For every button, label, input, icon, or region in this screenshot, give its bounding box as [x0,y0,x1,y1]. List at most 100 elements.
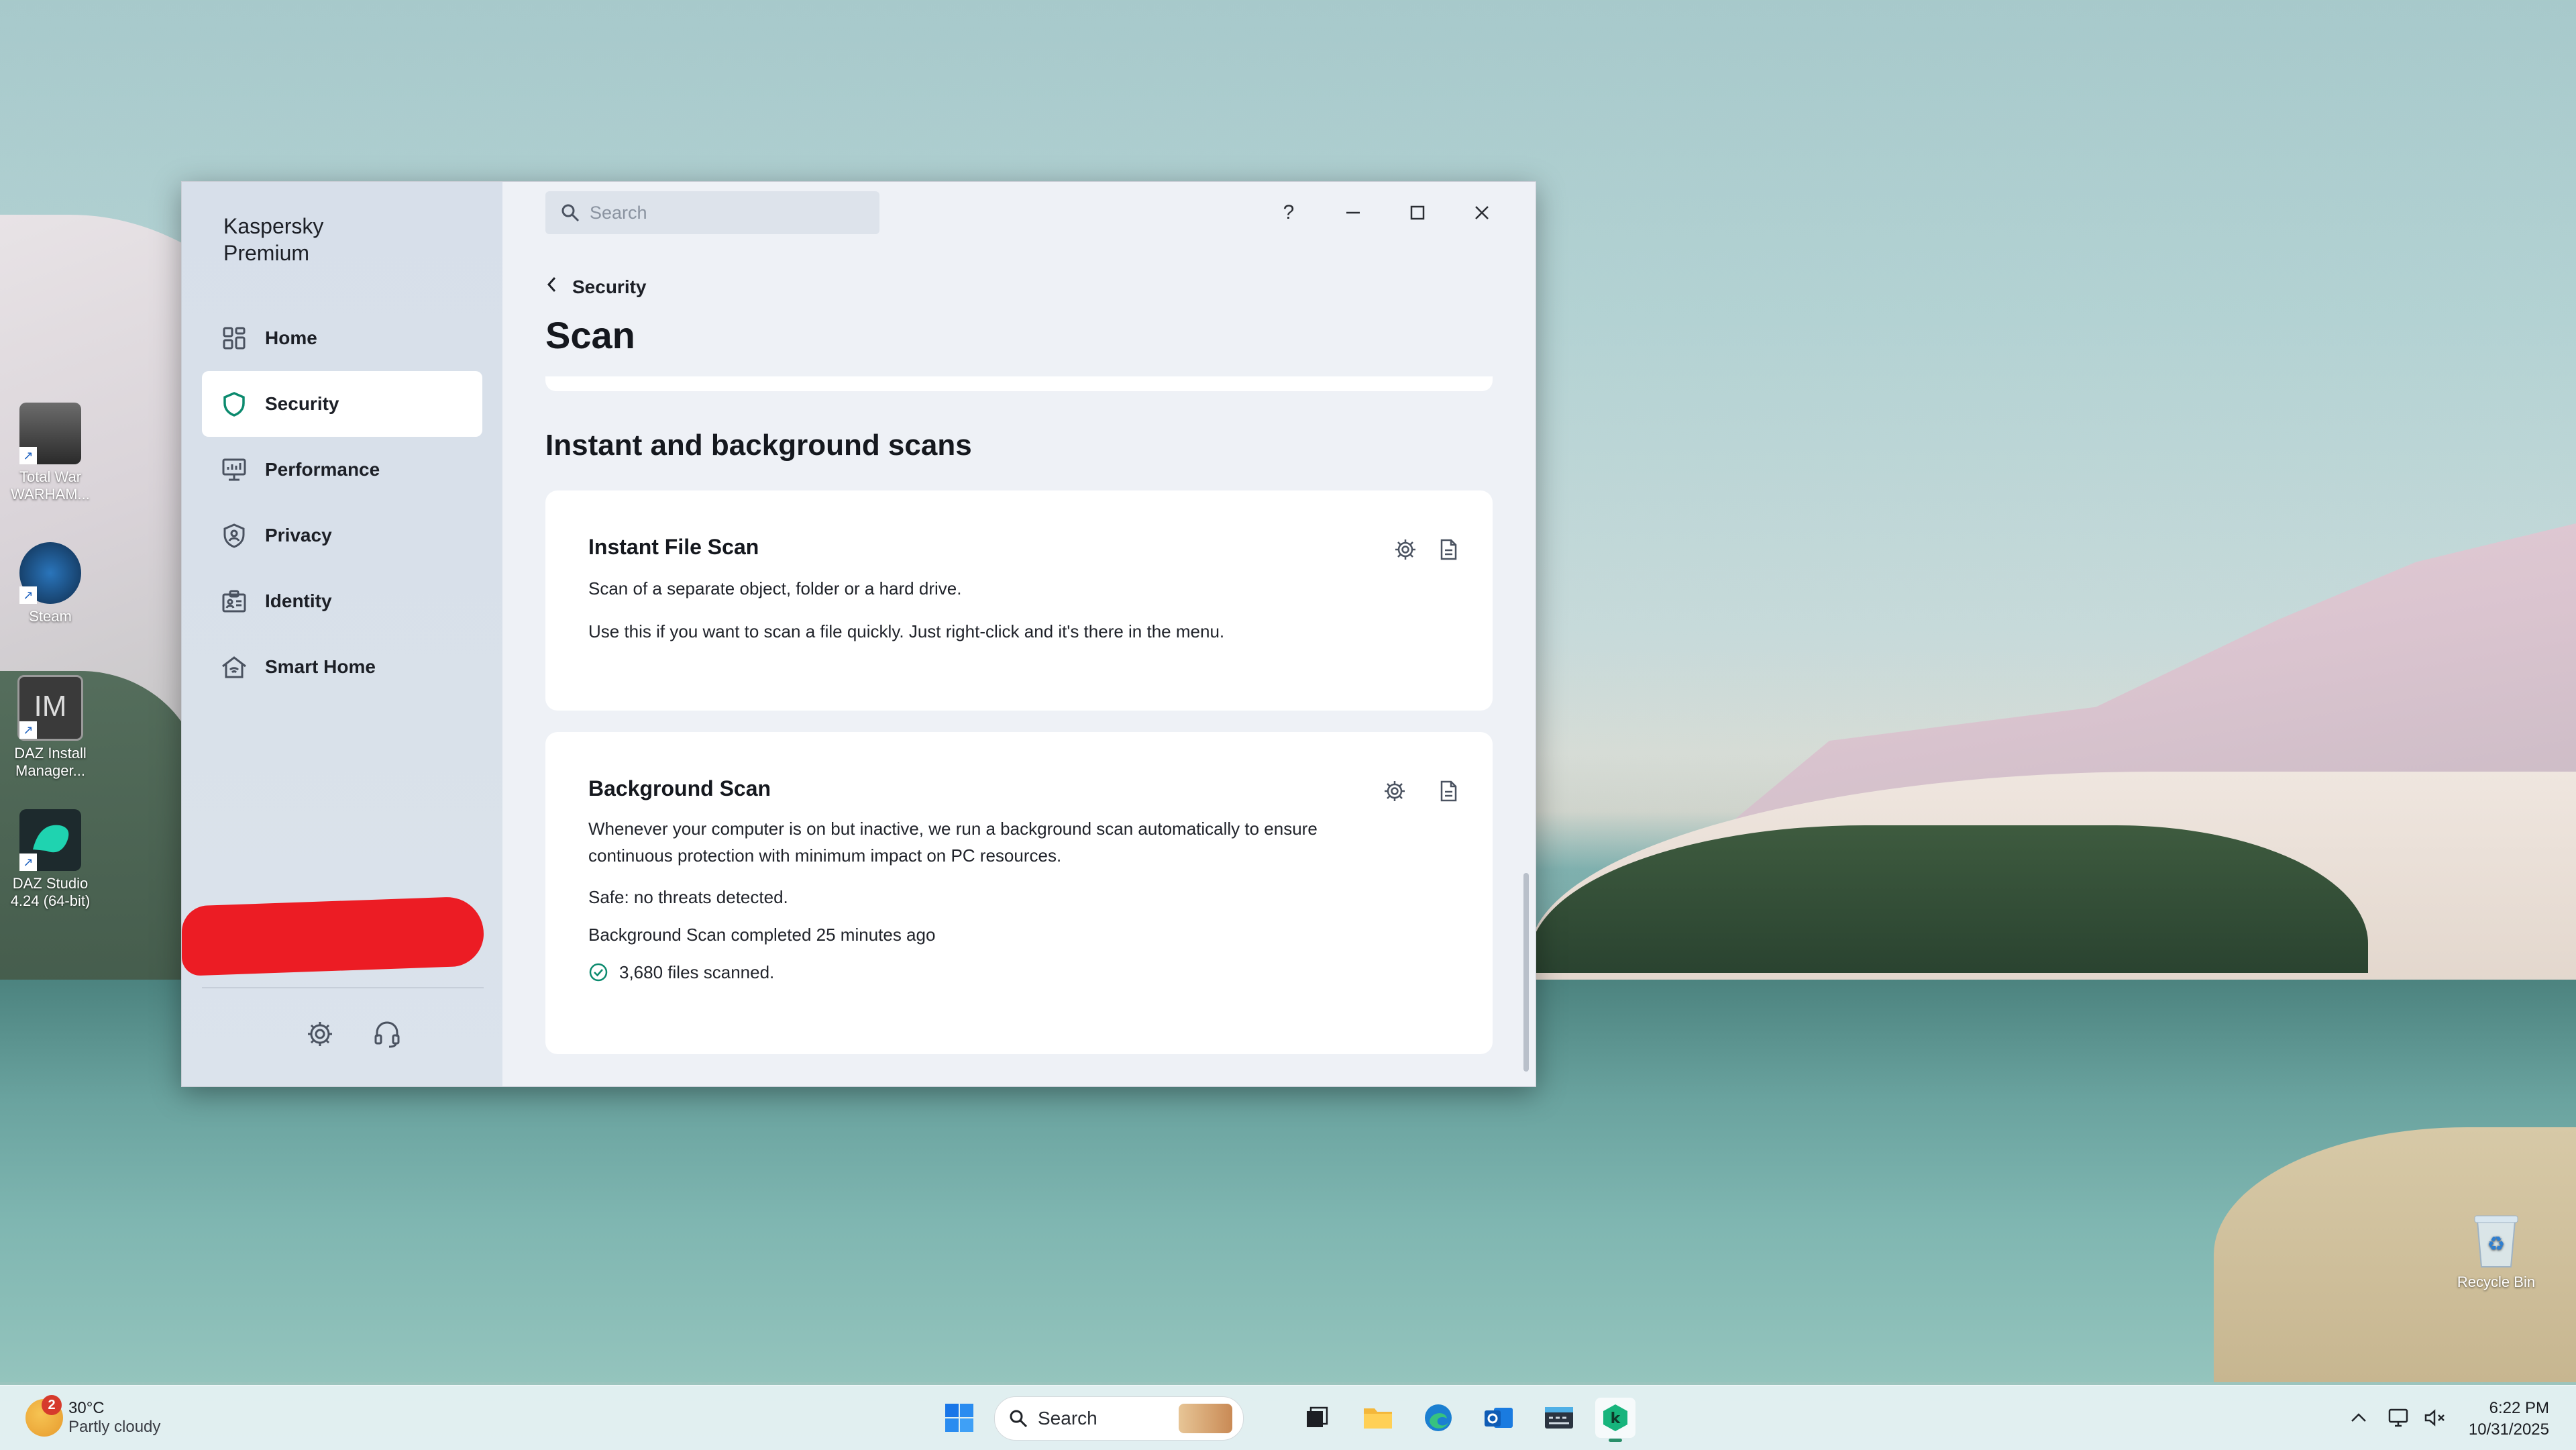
kaspersky-taskbar-button[interactable]: k [1595,1398,1635,1442]
desktop-icon-label: Steam [29,608,72,625]
shortcut-arrow-icon: ↗ [19,721,37,739]
notification-badge: 2 [42,1395,62,1415]
search-icon [1008,1408,1028,1429]
svg-text:k: k [1611,1410,1621,1427]
help-button[interactable]: ? [1274,198,1303,227]
breadcrumb[interactable]: Security [545,276,647,299]
sidebar-item-label: Smart Home [265,656,376,677]
sidebar-item-performance[interactable]: Performance [202,437,482,503]
section-title: Instant and background scans [545,429,972,462]
sidebar-nav: Home Security Performance Privacy Identi… [202,305,482,700]
sidebar-item-label: Performance [265,459,380,480]
sidebar-item-label: Privacy [265,525,332,546]
scan-last-completed: Background Scan completed 25 minutes ago [588,925,936,945]
terminal-button[interactable] [1539,1398,1579,1438]
files-scanned-row: 3,680 files scanned. [588,959,1380,986]
main-content: Search ? Security Scan Instant and backg… [502,182,1536,1086]
shortcut-arrow-icon: ↗ [19,586,37,604]
settings-gear-icon[interactable] [305,1019,337,1051]
sidebar-item-security[interactable]: Security [202,371,482,437]
edge-browser-button[interactable] [1418,1398,1458,1438]
sidebar-item-home[interactable]: Home [202,305,482,371]
desktop-icon-daz-studio[interactable]: ↗ DAZ Studio 4.24 (64-bit) [0,809,101,910]
taskbar-search[interactable]: Search [994,1396,1244,1441]
chevron-up-icon[interactable] [2345,1403,2372,1433]
recycle-bin-icon: ♻ [2471,1212,2522,1270]
taskbar: 2 30°C Partly cloudy Search k 6:22 PM 10… [0,1385,2576,1450]
search-placeholder: Search [590,202,647,223]
weather-condition: Partly cloudy [68,1418,161,1436]
desktop-icon-recycle-bin[interactable]: ♻ Recycle Bin [2446,1212,2546,1291]
sidebar-item-privacy[interactable]: Privacy [202,503,482,568]
desktop-icon-daz-install-manager[interactable]: IM ↗ DAZ Install Manager... [0,675,101,780]
home-grid-icon [221,325,248,352]
background-scan-card: Background Scan Whenever your computer i… [545,732,1493,1054]
taskbar-search-placeholder: Search [1038,1408,1097,1429]
weather-temp: 30°C [68,1399,105,1417]
file-explorer-button[interactable] [1358,1398,1398,1438]
total-war-icon: ↗ [19,403,81,464]
content-scrollbar[interactable] [1523,873,1529,1072]
running-indicator [1609,1439,1622,1442]
svg-text:♻: ♻ [2487,1233,2506,1256]
close-button[interactable] [1467,198,1497,227]
folder-icon [1364,1408,1392,1429]
minimize-button[interactable] [1338,198,1368,227]
sidebar-divider [202,987,484,988]
scan-status: Safe: no threats detected. [588,887,788,907]
desktop-icon-label: DAZ Install Manager... [14,745,87,779]
task-view-icon [1307,1406,1328,1427]
search-input[interactable]: Search [545,191,879,234]
check-circle-icon [588,962,608,982]
clock-time: 6:22 PM [2489,1399,2549,1417]
sidebar-item-label: Identity [265,590,332,611]
app-brand: Kaspersky Premium [223,214,324,265]
settings-gear-icon[interactable] [1392,536,1419,563]
search-icon [560,203,580,223]
desktop-icon-total-war[interactable]: ↗ Total War WARHAM... [0,403,101,503]
partly-cloudy-icon: 2 [25,1395,63,1437]
sidebar-item-label: Home [265,327,317,348]
support-headset-icon[interactable] [372,1019,405,1051]
card-hint: Use this if you want to scan a file quic… [588,621,1225,641]
breadcrumb-label: Security [572,276,647,297]
search-highlight-icon [1179,1404,1232,1433]
weather-widget[interactable]: 2 30°C Partly cloudy [25,1392,160,1443]
monitor-icon [221,456,248,483]
outlook-button[interactable] [1479,1398,1519,1438]
card-description: Whenever your computer is on but inactiv… [588,819,1318,866]
shield-icon [221,391,248,417]
kaspersky-icon: k [1603,1404,1627,1431]
desktop-icon-steam[interactable]: ↗ Steam [0,542,101,625]
report-document-icon[interactable] [1435,778,1462,805]
desktop-icon-label: Total War WARHAM... [11,468,90,503]
start-button[interactable] [939,1398,979,1438]
windows-logo-icon [945,1404,973,1432]
files-scanned-label: 3,680 files scanned. [619,962,775,982]
chevron-left-icon [545,276,557,299]
report-document-icon[interactable] [1435,536,1462,563]
steam-icon: ↗ [19,542,81,604]
desktop-icon-label: DAZ Studio 4.24 (64-bit) [10,875,91,909]
sidebar-item-identity[interactable]: Identity [202,568,482,634]
system-clock[interactable]: 6:22 PM 10/31/2025 [2469,1398,2549,1441]
id-card-icon [221,588,248,615]
card-title: Background Scan [588,776,771,800]
daz-studio-icon: ↗ [19,809,81,871]
maximize-button[interactable] [1403,198,1432,227]
sidebar-item-label: Security [265,393,339,414]
daz-install-manager-icon: IM ↗ [17,675,83,741]
card-title: Instant File Scan [588,535,759,559]
settings-gear-icon[interactable] [1381,778,1408,805]
redaction-mark [182,896,484,976]
network-icon[interactable] [2385,1403,2412,1433]
smart-home-icon [221,654,248,680]
sidebar-item-smart-home[interactable]: Smart Home [202,634,482,700]
volume-muted-icon[interactable] [2422,1403,2449,1433]
desktop-icon-label: Recycle Bin [2457,1274,2536,1290]
clock-date: 10/31/2025 [2468,1420,2549,1439]
page-title: Scan [545,314,635,356]
instant-file-scan-card: Instant File Scan Scan of a separate obj… [545,490,1493,711]
keyboard-app-icon [1545,1407,1573,1429]
task-view-button[interactable] [1296,1398,1336,1438]
